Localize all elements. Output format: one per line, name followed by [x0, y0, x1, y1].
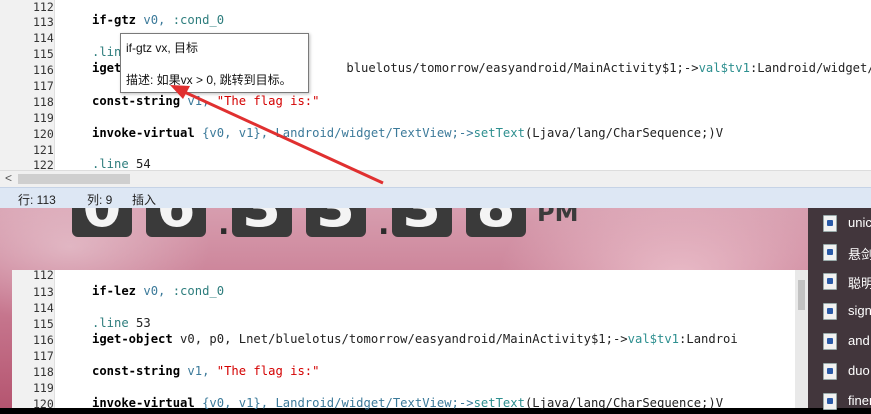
annotation-arrow	[170, 85, 384, 185]
arrow-line	[179, 88, 384, 185]
